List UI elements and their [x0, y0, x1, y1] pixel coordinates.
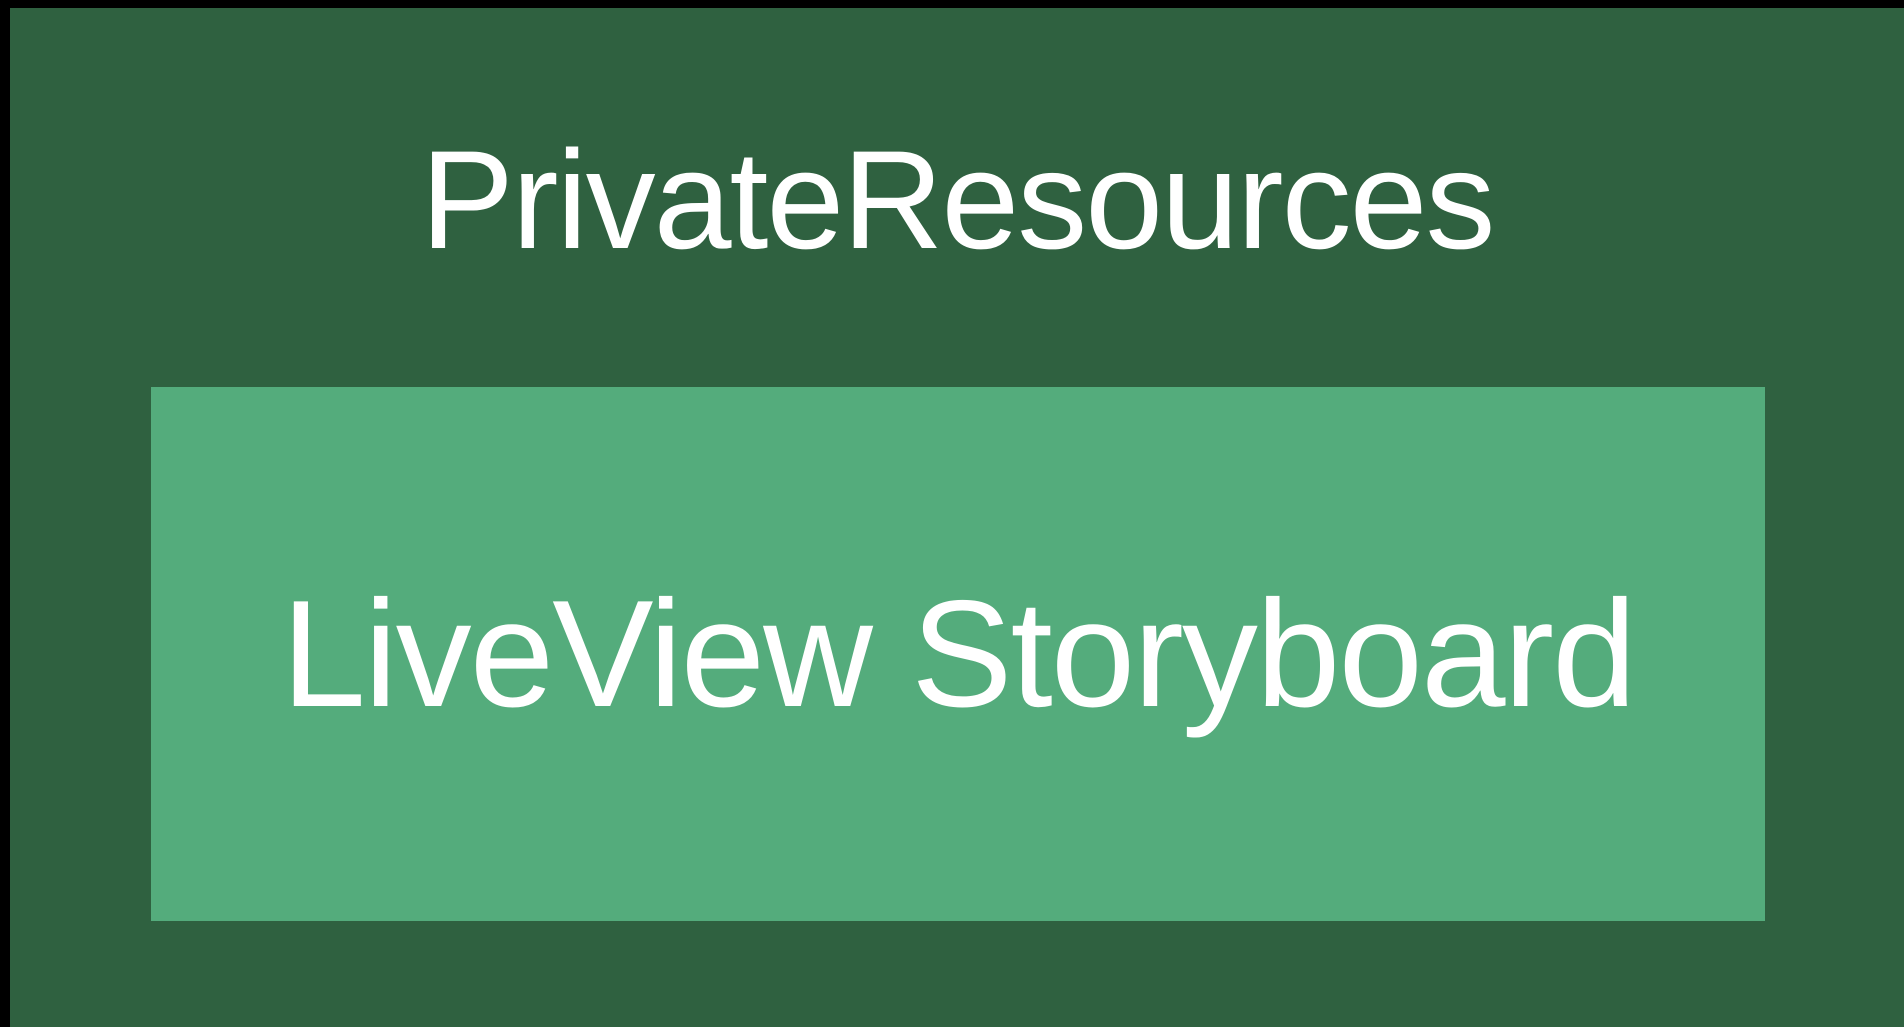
liveview-storyboard-block: LiveView Storyboard: [151, 387, 1765, 921]
diagram-canvas: PrivateResources LiveView Storyboard: [0, 0, 1904, 1027]
private-resources-container: PrivateResources LiveView Storyboard: [10, 8, 1904, 1027]
container-title: PrivateResources: [420, 121, 1496, 278]
block-label: LiveView Storyboard: [281, 569, 1636, 739]
